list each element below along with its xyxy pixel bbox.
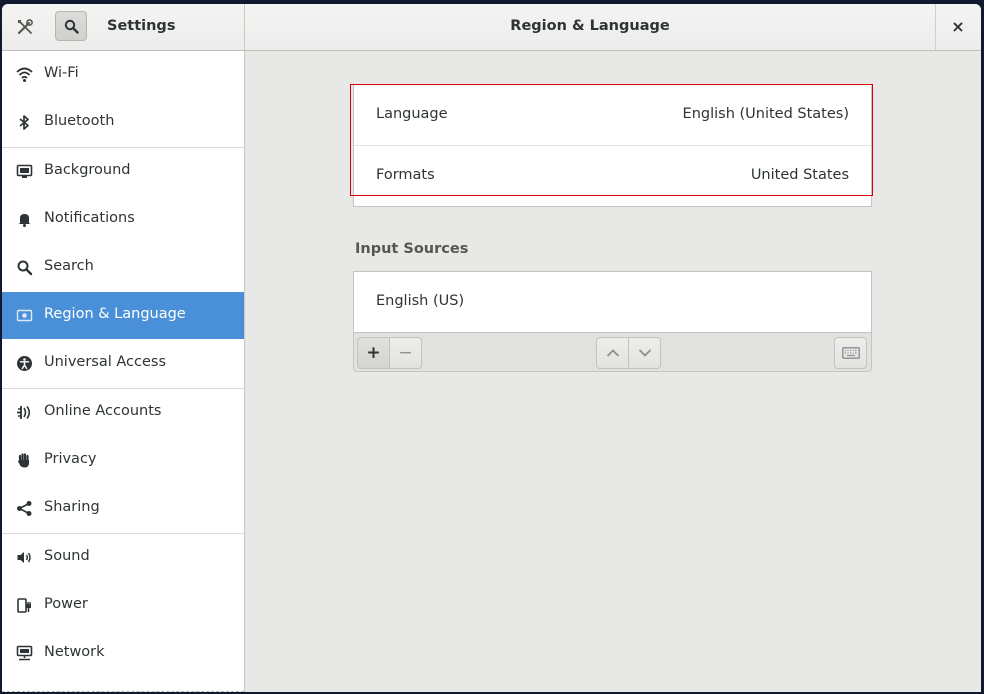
speaker-icon: [16, 549, 33, 566]
sidebar-item-label: Sound: [44, 548, 90, 564]
bluetooth-icon: [16, 114, 33, 131]
search-icon: [16, 259, 33, 276]
network-icon: [16, 645, 33, 662]
language-label: Language: [376, 106, 448, 122]
sidebar-item-network[interactable]: Network: [2, 630, 244, 677]
close-button[interactable]: ×: [946, 16, 970, 38]
sidebar-item-label: Bluetooth: [44, 113, 115, 129]
settings-window: Settings Region & Language × Wi-Fi Bluet…: [2, 4, 981, 692]
header-left: Settings: [2, 4, 245, 50]
header-bar: Settings Region & Language ×: [2, 4, 981, 51]
background-icon: [16, 163, 33, 180]
move-up-button[interactable]: [596, 337, 629, 369]
flag-icon: [16, 307, 33, 324]
close-icon: ×: [951, 17, 965, 36]
sidebar-item-privacy[interactable]: Privacy: [2, 437, 244, 484]
language-value: English (United States): [682, 106, 849, 122]
sidebar-item-label: Universal Access: [44, 354, 167, 370]
hand-icon: [16, 452, 33, 469]
minus-icon: −: [398, 343, 413, 363]
page-title: Region & Language: [510, 18, 670, 34]
language-row[interactable]: Language English (United States): [354, 85, 871, 145]
sidebar-item-region-language[interactable]: Region & Language: [2, 292, 244, 339]
app-title: Settings: [107, 18, 176, 34]
chevron-down-icon: [638, 349, 651, 357]
sidebar-scroll-edge: [2, 691, 244, 692]
sidebar-item-label: Wi-Fi: [44, 65, 79, 81]
show-keyboard-layout-button[interactable]: [834, 337, 867, 369]
move-down-button[interactable]: [628, 337, 661, 369]
sidebar-item-notifications[interactable]: Notifications: [2, 196, 244, 243]
search-icon: [64, 19, 79, 34]
remove-input-source-button[interactable]: −: [389, 337, 422, 369]
add-input-source-button[interactable]: +: [357, 337, 390, 369]
chevron-up-icon: [606, 349, 619, 357]
input-source-row[interactable]: English (US): [354, 272, 871, 332]
sidebar-item-label: Online Accounts: [44, 403, 162, 419]
input-source-label: English (US): [376, 293, 465, 309]
input-sources-title: Input Sources: [355, 241, 469, 257]
sidebar-item-power[interactable]: Power: [2, 582, 244, 629]
keyboard-icon: [841, 347, 860, 359]
search-toggle-button[interactable]: [55, 11, 87, 41]
sidebar-item-label: Notifications: [44, 210, 135, 226]
main-panel: Language English (United States) Formats…: [245, 51, 981, 692]
sidebar-item-label: Search: [44, 258, 94, 274]
plus-icon: +: [366, 343, 381, 363]
accessibility-icon: [16, 355, 33, 372]
sidebar-item-bluetooth[interactable]: Bluetooth: [2, 99, 244, 146]
formats-row[interactable]: Formats United States: [354, 146, 871, 206]
sidebar-item-label: Region & Language: [44, 306, 186, 322]
sidebar-item-label: Background: [44, 162, 131, 178]
input-sources-toolbar: + −: [354, 332, 871, 371]
settings-tools-icon: [16, 18, 34, 36]
sidebar-item-search[interactable]: Search: [2, 244, 244, 291]
input-sources-list: English (US) + −: [353, 271, 872, 372]
sidebar-item-label: Power: [44, 596, 88, 612]
wifi-icon: [16, 66, 33, 83]
sidebar-item-background[interactable]: Background: [2, 148, 244, 195]
sidebar-item-label: Network: [44, 644, 105, 660]
header-separator: [935, 4, 936, 50]
power-plug-icon: [16, 597, 33, 614]
sidebar-item-wifi[interactable]: Wi-Fi: [2, 51, 244, 98]
language-formats-list: Language English (United States) Formats…: [353, 84, 872, 207]
formats-value: United States: [750, 167, 849, 183]
sidebar-item-universal-access[interactable]: Universal Access: [2, 340, 244, 387]
sidebar: Wi-Fi Bluetooth Background Notifications…: [2, 51, 245, 692]
formats-label: Formats: [376, 167, 435, 183]
sidebar-item-label: Privacy: [44, 451, 97, 467]
share-icon: [16, 500, 33, 517]
sidebar-item-label: Sharing: [44, 499, 100, 515]
sidebar-item-sound[interactable]: Sound: [2, 534, 244, 581]
sidebar-item-online-accounts[interactable]: Online Accounts: [2, 389, 244, 436]
bell-icon: [16, 211, 33, 228]
sidebar-item-sharing[interactable]: Sharing: [2, 485, 244, 532]
online-accounts-icon: [16, 404, 33, 421]
